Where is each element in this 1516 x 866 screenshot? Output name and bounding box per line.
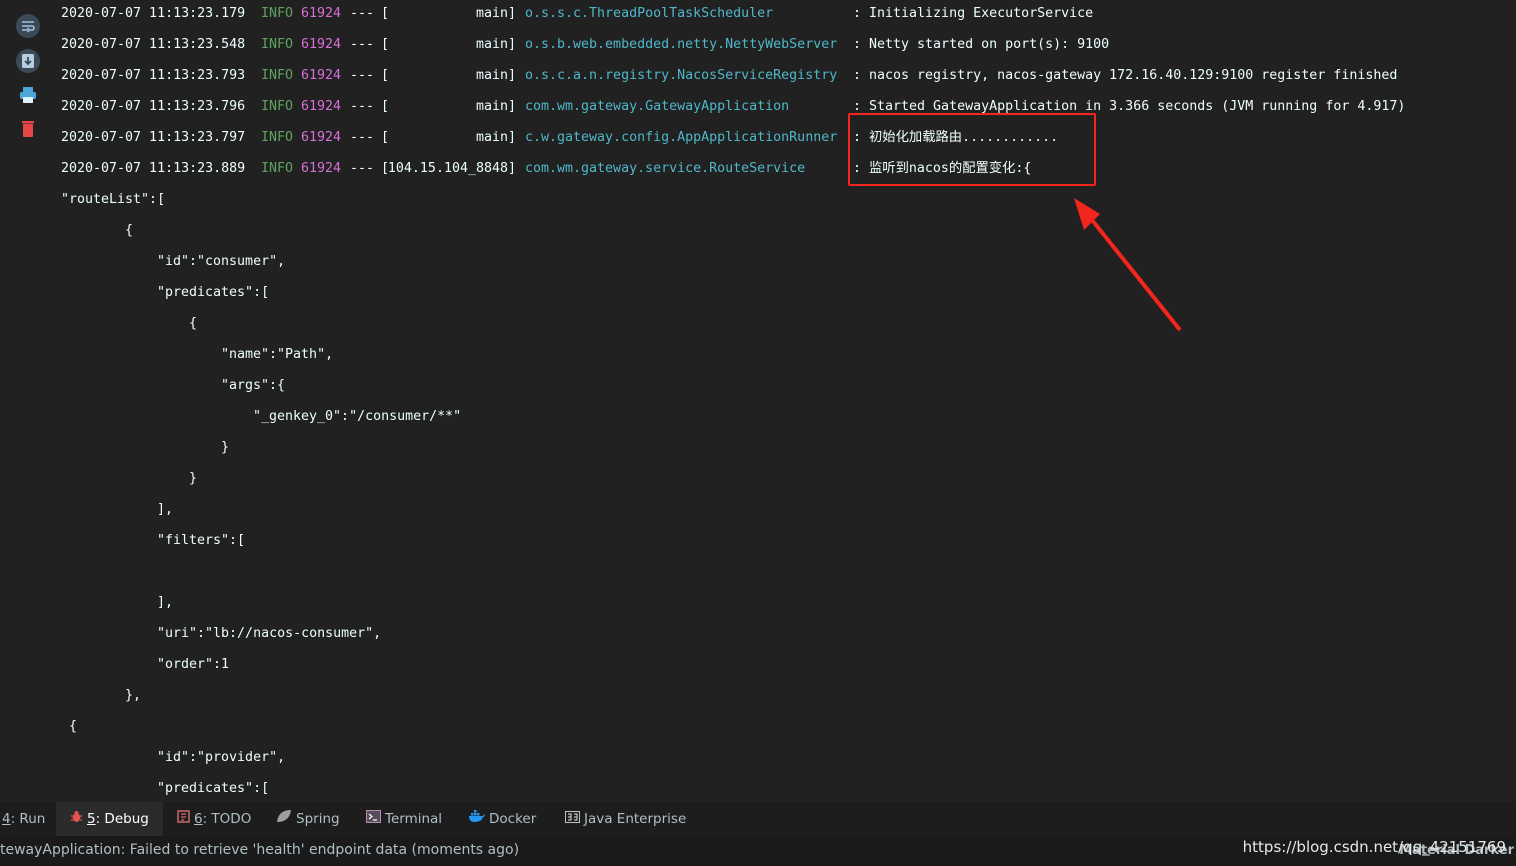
log-timestamp: 2020-07-07 11:13:23.548 [61, 37, 246, 52]
log-line: 2020-07-07 11:13:23.548 INFO 61924 --- [ main… [61, 31, 1516, 62]
soft-wrap-icon[interactable] [14, 12, 42, 40]
log-logger-link[interactable]: o.s.s.c.ThreadPoolTaskScheduler [525, 0, 773, 27]
log-line: 2020-07-07 11:13:23.797 INFO 61924 --- [ main… [61, 124, 1516, 155]
log-line: 2020-07-07 11:13:23.796 INFO 61924 --- [ main… [61, 93, 1516, 124]
thread-name: 104.15.104_8848] [387, 161, 516, 176]
json-line: "id":"consumer", [157, 254, 286, 269]
log-logger-link[interactable]: o.s.b.web.embedded.netty.NettyWebServer [525, 31, 837, 58]
tab-spring[interactable]: Spring [276, 802, 340, 836]
log-separator: --- [350, 6, 375, 21]
json-line: } [189, 471, 198, 486]
spring-leaf-icon [276, 802, 292, 836]
clear-all-icon[interactable] [14, 115, 42, 143]
log-pid: 61924 [301, 161, 342, 176]
log-separator: --- [350, 130, 375, 145]
json-line: ], [157, 595, 174, 610]
thread-name: main] [475, 37, 516, 52]
log-message: : nacos registry, nacos-gateway 172.16.4… [853, 68, 1398, 83]
json-line: "id":"provider", [157, 750, 286, 765]
log-level: INFO [261, 130, 294, 145]
todo-icon [177, 802, 190, 836]
tab-java-enterprise[interactable]: Java Enterprise [565, 802, 686, 836]
log-timestamp: 2020-07-07 11:13:23.889 [61, 161, 246, 176]
json-line: }, [125, 688, 142, 703]
log-level: INFO [261, 6, 294, 21]
status-bar: tewayApplication: Failed to retrieve 'he… [0, 836, 1516, 866]
tab-terminal[interactable]: Terminal [366, 802, 442, 836]
thread-name: main] [475, 130, 516, 145]
log-timestamp: 2020-07-07 11:13:23.796 [61, 99, 246, 114]
tab-todo[interactable]: 6: TODO [177, 802, 251, 836]
log-line: 2020-07-07 11:13:23.793 INFO 61924 --- [ main… [61, 62, 1516, 93]
log-pid: 61924 [301, 68, 342, 83]
thread-name: main] [475, 99, 516, 114]
docker-whale-icon [468, 802, 485, 836]
json-line: "uri":"lb://nacos-consumer", [157, 626, 382, 641]
tab-run[interactable]: 4: Run [2, 802, 45, 836]
java-enterprise-icon [565, 802, 580, 836]
log-logger-link[interactable]: com.wm.gateway.GatewayApplication [525, 93, 789, 120]
tab-debug[interactable]: 5: Debug [56, 802, 163, 836]
log-separator: --- [350, 161, 375, 176]
watermark: https://blog.csdn.net/qq_42151769 [1242, 838, 1506, 856]
highlight-box [848, 113, 1096, 186]
json-line: "predicates":[ [157, 285, 270, 300]
log-line: 2020-07-07 11:13:23.179 INFO 61924 --- [ main… [61, 0, 1516, 31]
log-logger-link[interactable]: com.wm.gateway.service.RouteService [525, 155, 805, 182]
json-line: "_genkey_0":"/consumer/**" [253, 409, 462, 424]
json-line: "order":1 [157, 657, 230, 672]
log-level: INFO [261, 99, 294, 114]
log-separator: --- [350, 37, 375, 52]
annotation-arrow-icon [1074, 198, 1182, 332]
json-line: "args":{ [221, 378, 286, 393]
tool-window-bar: 4: Run 5: Debug 6: TODO Spring Terminal … [0, 802, 1516, 836]
log-timestamp: 2020-07-07 11:13:23.179 [61, 6, 246, 21]
json-line: "filters":[ [157, 533, 246, 548]
tab-docker[interactable]: Docker [468, 802, 536, 836]
status-message[interactable]: tewayApplication: Failed to retrieve 'he… [0, 842, 519, 858]
thread-name: main] [475, 6, 516, 21]
thread-bracket: [ [381, 130, 390, 145]
log-line: 2020-07-07 11:13:23.889 INFO 61924 ---[104.… [61, 155, 1516, 186]
thread-bracket: [ [381, 37, 390, 52]
log-logger-link[interactable]: c.w.gateway.config.AppApplicationRunner [525, 124, 837, 151]
log-pid: 61924 [301, 99, 342, 114]
json-line: } [221, 440, 230, 455]
log-timestamp: 2020-07-07 11:13:23.793 [61, 68, 246, 83]
log-timestamp: 2020-07-07 11:13:23.797 [61, 130, 246, 145]
thread-bracket: [ [381, 6, 390, 21]
scroll-to-end-icon[interactable] [14, 47, 42, 75]
thread-name: main] [475, 68, 516, 83]
bug-icon [70, 802, 83, 836]
json-line: "routeList":[ [61, 192, 166, 207]
log-separator: --- [350, 99, 375, 114]
log-logger-link[interactable]: o.s.c.a.n.registry.NacosServiceRegistry [525, 62, 837, 89]
log-pid: 61924 [301, 6, 342, 21]
log-level: INFO [261, 161, 294, 176]
log-separator: --- [350, 68, 375, 83]
log-pid: 61924 [301, 130, 342, 145]
json-line: { [189, 316, 198, 331]
log-level: INFO [261, 37, 294, 52]
thread-bracket: [ [381, 99, 390, 114]
log-message: : Initializing ExecutorService [853, 6, 1094, 21]
log-pid: 61924 [301, 37, 342, 52]
json-line: { [125, 223, 134, 238]
console-gutter [0, 0, 55, 800]
json-line: ], [157, 502, 174, 517]
print-icon[interactable] [14, 81, 42, 109]
log-level: INFO [261, 68, 294, 83]
json-line: { [69, 719, 78, 734]
thread-bracket: [ [381, 68, 390, 83]
json-line: "name":"Path", [221, 347, 334, 362]
terminal-icon [366, 802, 381, 836]
log-message: : Netty started on port(s): 9100 [853, 37, 1110, 52]
console-output: 2020-07-07 11:13:23.179 INFO 61924 --- [ main… [61, 0, 1516, 800]
json-line: "predicates":[ [157, 781, 270, 796]
